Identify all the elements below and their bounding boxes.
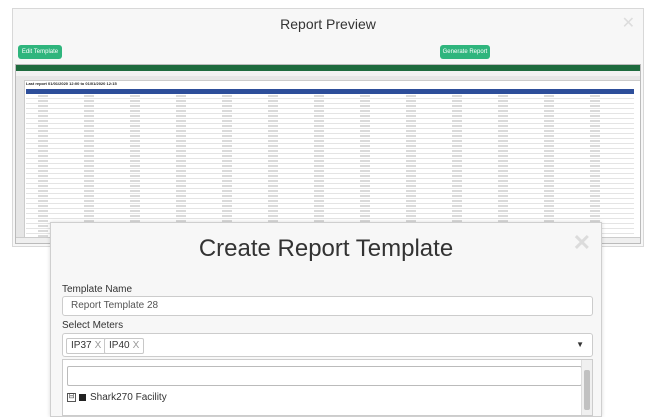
meters-dropdown: ⊟ Shark270 Facility	[62, 359, 593, 416]
create-report-template-modal: Create Report Template ✕ Template Name R…	[50, 222, 602, 417]
scrollbar-thumb[interactable]	[584, 370, 590, 410]
sheet-heading: Last report 01/01/2020 12:00 to 01/01/20…	[26, 81, 117, 86]
row-headers	[16, 80, 25, 243]
caret-down-icon[interactable]: ▼	[576, 340, 584, 349]
edit-template-button[interactable]: Edit Template	[18, 45, 62, 59]
close-icon[interactable]: ✕	[573, 230, 591, 256]
report-preview-title: Report Preview	[280, 16, 376, 32]
meter-tag: IP40 X	[104, 338, 145, 354]
remove-tag-icon[interactable]: X	[133, 340, 140, 351]
select-meters-label: Select Meters	[62, 320, 124, 331]
meter-tag-label: IP37	[71, 340, 92, 351]
meter-tag: IP37 X	[66, 338, 107, 354]
template-name-input[interactable]: Report Template 28	[62, 296, 593, 316]
template-name-label: Template Name	[62, 284, 133, 295]
tree-item-label: Shark270 Facility	[90, 392, 167, 403]
meters-multiselect[interactable]: IP37 X IP40 X ▼	[62, 333, 593, 357]
meter-tag-label: IP40	[109, 340, 130, 351]
tree-item-shark270-facility[interactable]: ⊟ Shark270 Facility	[67, 392, 167, 403]
spreadsheet-preview: Last report 01/01/2020 12:00 to 01/01/20…	[15, 64, 641, 244]
table-cells	[26, 94, 634, 237]
generate-report-button[interactable]: Generate Report	[440, 45, 490, 59]
checkbox-icon[interactable]	[79, 393, 86, 401]
scrollbar[interactable]	[581, 360, 592, 415]
dropdown-search-input[interactable]	[67, 366, 582, 386]
remove-tag-icon[interactable]: X	[95, 340, 102, 351]
close-icon[interactable]: ✕	[622, 13, 635, 33]
modal-title: Create Report Template	[198, 235, 454, 262]
collapse-toggle-icon[interactable]: ⊟	[67, 392, 76, 402]
report-preview-dialog: Report Preview ✕ Edit Template Generate …	[12, 8, 644, 247]
